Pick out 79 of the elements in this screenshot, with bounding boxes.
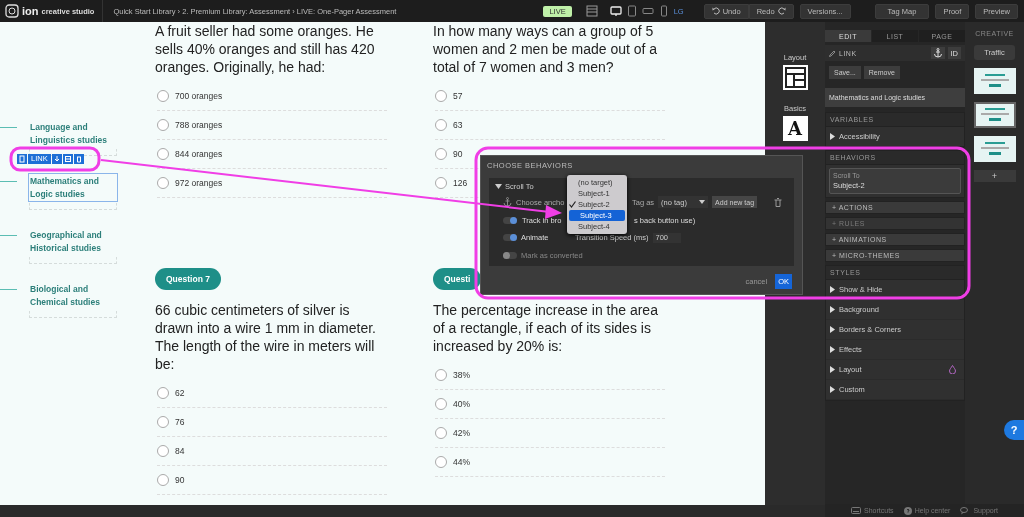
trash-icon[interactable] xyxy=(774,197,782,207)
radio-button[interactable] xyxy=(435,369,447,381)
caret-icon xyxy=(830,286,835,293)
page-thumbnail[interactable] xyxy=(973,136,1016,162)
question-text: A fruit seller had some oranges. He sells 40% oranges and still has 420 oranges. Originally, he had: xyxy=(155,22,376,76)
caret-icon xyxy=(830,326,835,333)
radio-button[interactable] xyxy=(435,177,447,189)
nav-link[interactable]: Biological and Chemical studies xyxy=(29,282,117,309)
answer-option[interactable]: 126 xyxy=(453,178,468,188)
answer-option[interactable]: 40% xyxy=(453,399,470,409)
question-badge: Question 7 xyxy=(155,268,221,290)
radio-button[interactable] xyxy=(157,416,169,428)
radio-button[interactable] xyxy=(435,90,447,102)
undo-icon xyxy=(711,7,720,15)
logo-icon xyxy=(5,4,19,18)
answer-option[interactable]: 84 xyxy=(175,446,185,456)
answer-option[interactable]: 63 xyxy=(453,120,463,130)
grid-icon[interactable] xyxy=(62,154,73,164)
redo-icon xyxy=(777,7,786,15)
layout-icon[interactable] xyxy=(782,65,808,90)
radio-button[interactable] xyxy=(435,398,447,410)
answer-option[interactable]: 788 oranges xyxy=(175,120,223,130)
answer-option[interactable]: 844 oranges xyxy=(175,149,223,159)
answer-option[interactable]: 42% xyxy=(453,428,470,438)
caret-icon xyxy=(830,306,835,313)
caret-icon xyxy=(495,184,502,190)
answer-option[interactable]: 44% xyxy=(453,457,470,467)
caret-icon xyxy=(830,366,835,373)
caret-icon xyxy=(830,386,835,393)
caret-icon xyxy=(830,133,835,140)
question-text: In how many ways can a group of 5 women and 2 men be made out of a total of 7 women and 3 men? xyxy=(433,22,659,76)
text-tool-button[interactable]: A xyxy=(782,116,808,141)
tablet-icon[interactable] xyxy=(641,5,654,17)
toggle-switch[interactable] xyxy=(503,234,517,242)
check-icon xyxy=(569,201,576,208)
radio-button[interactable] xyxy=(157,445,169,457)
radio-button[interactable] xyxy=(157,119,169,131)
radio-button[interactable] xyxy=(435,427,447,439)
caret-icon xyxy=(830,346,835,353)
anchor-button[interactable] xyxy=(930,47,945,59)
radio-button[interactable] xyxy=(435,119,447,131)
radio-button[interactable] xyxy=(435,456,447,468)
answer-option[interactable]: 700 oranges xyxy=(175,91,223,101)
trash-icon[interactable] xyxy=(73,154,84,164)
nav-link[interactable]: Geographical and Historical studies xyxy=(29,228,117,255)
radio-button[interactable] xyxy=(435,148,447,160)
page-thumbnail[interactable] xyxy=(973,102,1016,128)
radio-button[interactable] xyxy=(157,474,169,486)
answer-option[interactable]: 972 oranges xyxy=(175,178,223,188)
chat-icon xyxy=(960,506,971,515)
download-icon[interactable] xyxy=(51,154,62,164)
radio-button[interactable] xyxy=(157,177,169,189)
answer-option[interactable]: 38% xyxy=(453,370,470,380)
anchor-icon xyxy=(503,197,512,208)
pencil-icon xyxy=(829,49,836,57)
tablet-icon[interactable] xyxy=(625,5,638,17)
radio-button[interactable] xyxy=(157,90,169,102)
radio-button[interactable] xyxy=(157,387,169,399)
keyboard-icon xyxy=(851,507,862,514)
question-badge: Questi xyxy=(433,268,482,290)
help-button[interactable]: ? xyxy=(1004,420,1024,440)
toggle-switch[interactable] xyxy=(503,251,517,259)
toggle-switch[interactable] xyxy=(503,216,517,224)
question-text: The percentage increase in the area of a rectangle, if each of its sides is increased by 20% is: xyxy=(433,301,659,355)
move-icon[interactable] xyxy=(17,154,27,164)
caret-icon xyxy=(699,200,706,205)
add-page-button[interactable]: + xyxy=(973,170,1016,182)
logo-text: ion xyxy=(22,5,39,17)
answer-option[interactable]: 76 xyxy=(175,417,185,427)
question-text: 66 cubic centimeters of silver is drawn into a wire 1 mm in diameter. The length of the wire in meters will be: xyxy=(155,301,377,373)
nav-link[interactable]: Mathematics and Logic studies xyxy=(29,174,117,201)
answer-option[interactable]: 57 xyxy=(453,91,463,101)
nav-link[interactable]: Language and Linguistics studies xyxy=(29,120,117,147)
monitor-icon[interactable] xyxy=(609,5,622,17)
radio-button[interactable] xyxy=(157,148,169,160)
answer-option[interactable]: 62 xyxy=(175,388,185,398)
answer-option[interactable]: 90 xyxy=(175,475,185,485)
answer-option[interactable]: 90 xyxy=(453,149,463,159)
page-thumbnail[interactable] xyxy=(973,68,1016,94)
